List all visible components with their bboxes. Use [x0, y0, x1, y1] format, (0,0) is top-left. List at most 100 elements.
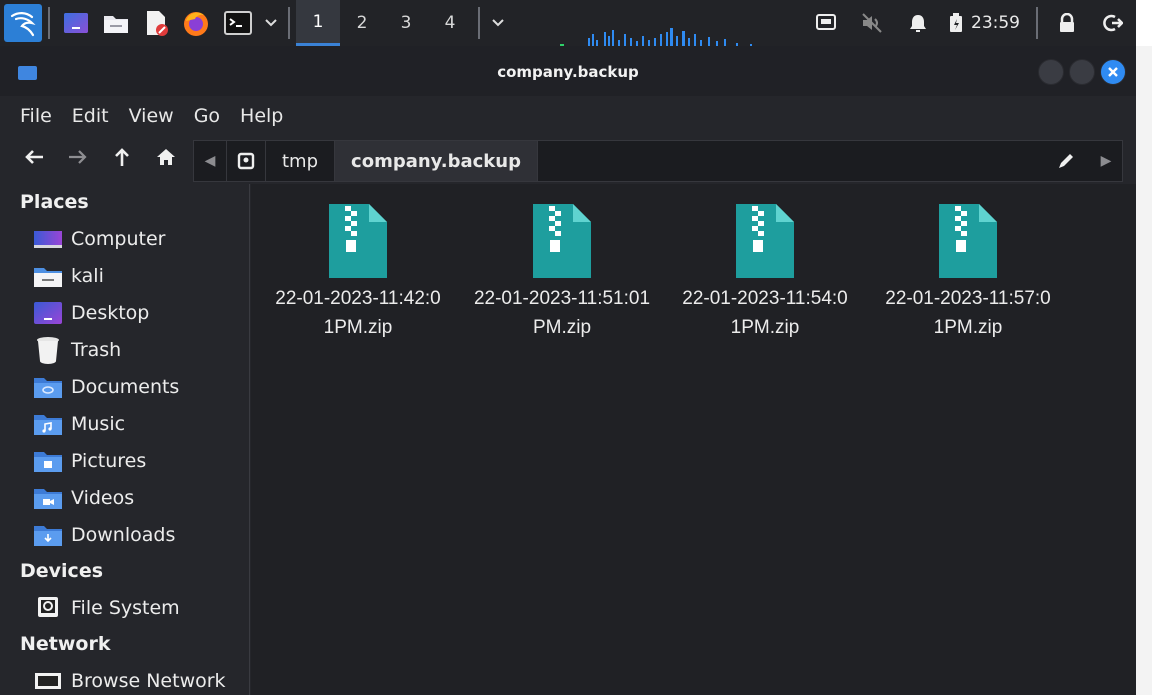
music-folder-icon — [33, 412, 63, 436]
sidebar-item-trash[interactable]: Trash — [0, 331, 249, 368]
forward-button[interactable] — [56, 136, 100, 178]
edit-location-button[interactable] — [1046, 141, 1086, 181]
sidebar-item-browse-network[interactable]: Browse Network — [0, 662, 249, 695]
terminal-dropdown[interactable] — [260, 0, 282, 46]
kali-menu-button[interactable] — [0, 0, 42, 46]
root-drive-button[interactable] — [226, 141, 266, 181]
window-list-dropdown[interactable] — [486, 0, 510, 46]
places-header: Places — [20, 191, 89, 213]
notification-bell-icon — [910, 15, 926, 32]
menu-view[interactable]: View — [119, 105, 184, 127]
terminal-launcher[interactable] — [216, 0, 260, 46]
workspace-1[interactable]: 1 — [296, 0, 340, 46]
zip-archive-icon — [939, 204, 997, 278]
maximize-button[interactable] — [1069, 59, 1095, 85]
path-segment-current[interactable]: company.backup — [335, 141, 538, 181]
file-item[interactable]: 22-01-2023-11:57:0 1PM.zip — [868, 202, 1068, 342]
downloads-folder-icon — [33, 523, 63, 547]
file-view: 22-01-2023-11:42:0 1PM.zip 22-01-2023-11… — [251, 184, 1136, 695]
documents-folder-icon — [33, 375, 63, 399]
drive-icon — [237, 152, 255, 170]
network-header: Network — [20, 633, 111, 655]
sidebar-item-downloads[interactable]: Downloads — [0, 516, 249, 553]
menu-edit[interactable]: Edit — [62, 105, 119, 127]
file-manager-launcher[interactable] — [96, 0, 136, 46]
file-name-line-2: 1PM.zip — [323, 317, 393, 338]
pictures-folder-icon — [33, 449, 63, 473]
desktop-icon — [33, 301, 63, 325]
sidebar-item-pictures[interactable]: Pictures — [0, 442, 249, 479]
window-titlebar[interactable]: company.backup — [0, 46, 1136, 96]
file-name-line-1: 22-01-2023-11:57:0 — [885, 288, 1051, 309]
path-scroll-right-button[interactable]: ▶ — [1090, 141, 1122, 181]
window-controls — [1038, 59, 1126, 85]
close-button[interactable] — [1100, 59, 1126, 85]
zip-archive-icon — [329, 204, 387, 278]
path-scroll-left-button[interactable]: ◀ — [194, 141, 226, 181]
file-name-line-1: 22-01-2023-11:54:0 — [682, 288, 848, 309]
trash-icon — [33, 336, 63, 364]
sidebar-item-desktop[interactable]: Desktop — [0, 294, 249, 331]
path-segment-tmp[interactable]: tmp — [266, 141, 336, 181]
sidebar-item-documents[interactable]: Documents — [0, 368, 249, 405]
toolbar: ◀ tmp company.backup ▶ — [0, 136, 1136, 182]
home-button[interactable] — [144, 136, 188, 178]
menu-help[interactable]: Help — [230, 105, 293, 127]
file-item[interactable]: 22-01-2023-11:54:0 1PM.zip — [665, 202, 865, 342]
file-name-line-2: PM.zip — [532, 317, 592, 338]
back-button[interactable] — [12, 136, 56, 178]
videos-folder-icon — [33, 486, 63, 510]
logout-button[interactable] — [1090, 0, 1136, 46]
desktop-edge — [1136, 46, 1152, 695]
up-button[interactable] — [100, 136, 144, 178]
zip-archive-icon — [736, 204, 794, 278]
firefox-icon — [184, 12, 208, 36]
sidebar-item-file-system[interactable]: File System — [0, 589, 249, 626]
panel-separator — [288, 7, 290, 39]
text-editor-launcher[interactable] — [136, 0, 176, 46]
arrow-up-icon — [115, 148, 129, 166]
volume-applet[interactable] — [849, 0, 895, 46]
lock-screen-button[interactable] — [1044, 0, 1090, 46]
logout-icon — [1103, 14, 1123, 32]
workspace-4[interactable]: 4 — [428, 0, 472, 46]
window-title: company.backup — [497, 63, 639, 81]
menu-go[interactable]: Go — [184, 105, 230, 127]
network-applet[interactable] — [803, 0, 849, 46]
workspace-3[interactable]: 3 — [384, 0, 428, 46]
close-icon — [1108, 67, 1118, 77]
sidebar-item-music[interactable]: Music — [0, 405, 249, 442]
file-item[interactable]: 22-01-2023-11:51:01 PM.zip — [462, 202, 662, 342]
firefox-launcher[interactable] — [176, 0, 216, 46]
home-folder-icon — [33, 264, 63, 288]
sidebar-item-kali[interactable]: kali — [0, 257, 249, 294]
speaker-muted-icon — [862, 13, 882, 33]
sidebar-item-videos[interactable]: Videos — [0, 479, 249, 516]
clock[interactable]: 23:59 — [971, 13, 1020, 33]
menu-file[interactable]: File — [10, 105, 62, 127]
menu-bar: File Edit View Go Help — [0, 96, 1136, 136]
workspace-2[interactable]: 2 — [340, 0, 384, 46]
power-applet[interactable] — [941, 0, 971, 46]
battery-icon — [950, 13, 962, 32]
sidebar-item-label: Trash — [71, 338, 122, 361]
file-item[interactable]: 22-01-2023-11:42:0 1PM.zip — [258, 202, 458, 342]
sidebar-item-label: Music — [71, 412, 126, 435]
show-desktop-button[interactable] — [56, 0, 96, 46]
notifications-applet[interactable] — [895, 0, 941, 46]
file-name-line-1: 22-01-2023-11:42:0 — [275, 288, 441, 309]
home-icon — [157, 149, 175, 165]
pencil-icon — [1059, 154, 1073, 168]
minimize-button[interactable] — [1038, 59, 1064, 85]
file-name-line-2: 1PM.zip — [730, 317, 800, 338]
arrow-left-icon — [25, 150, 43, 164]
kali-menu-icon — [4, 4, 42, 42]
panel-separator — [48, 7, 50, 39]
file-manager-window: company.backup File Edit View Go Help ◀ — [0, 46, 1136, 695]
lock-icon — [1060, 13, 1074, 32]
sidebar-item-label: Computer — [71, 227, 166, 250]
show-desktop-icon — [64, 13, 88, 33]
text-editor-icon — [147, 11, 168, 36]
sidebar-item-computer[interactable]: Computer — [0, 220, 249, 257]
top-panel: 1 2 3 4 23:59 — [0, 0, 1136, 46]
